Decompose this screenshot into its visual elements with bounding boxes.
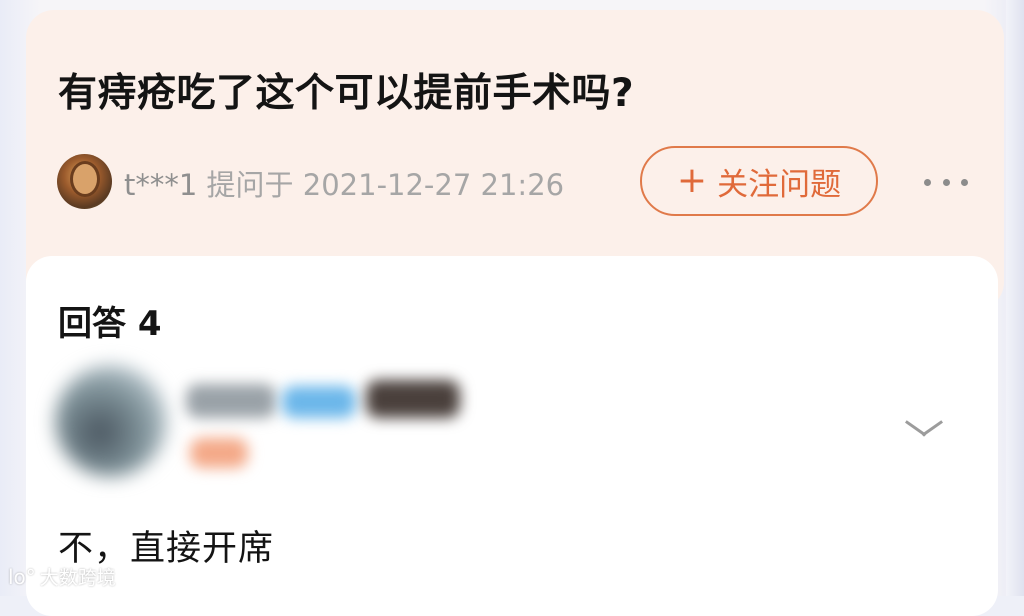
watermark: lo° 大数跨境	[8, 563, 116, 590]
answerer-name-blurred	[186, 384, 276, 418]
app-screen: 有痔疮吃了这个可以提前手术吗? t***1 提问于 2021-12-27 21:…	[0, 0, 1024, 616]
ellipsis-dot	[961, 178, 968, 186]
watermark-text: 大数跨境	[39, 567, 116, 589]
answerer-name-blurred-2	[366, 380, 460, 418]
asker-avatar[interactable]	[57, 154, 112, 209]
chevron-down-icon[interactable]	[904, 418, 944, 444]
answers-heading: 回答 4	[58, 304, 162, 344]
avatar-face	[73, 164, 97, 194]
scroll-edge	[1006, 0, 1024, 596]
follow-question-button[interactable]: + 关注问题	[640, 146, 878, 216]
watermark-logo: lo°	[8, 564, 36, 589]
asker-username[interactable]: t***1	[124, 168, 197, 202]
ellipsis-dot	[924, 178, 931, 186]
ellipsis-icon[interactable]	[924, 168, 968, 196]
answerer-badge-blurred	[282, 386, 356, 418]
asker-meta: t***1 提问于 2021-12-27 21:26	[124, 162, 564, 204]
answerer-tag-blurred	[190, 438, 248, 468]
asked-timestamp: 提问于 2021-12-27 21:26	[206, 168, 565, 202]
plus-icon: +	[676, 160, 708, 201]
answerer-avatar-blurred[interactable]	[55, 365, 167, 477]
ellipsis-dot	[942, 178, 950, 186]
chevron-stroke-right	[921, 420, 943, 437]
follow-question-label: 关注问题	[717, 166, 842, 203]
question-title[interactable]: 有痔疮吃了这个可以提前手术吗?	[58, 62, 634, 118]
